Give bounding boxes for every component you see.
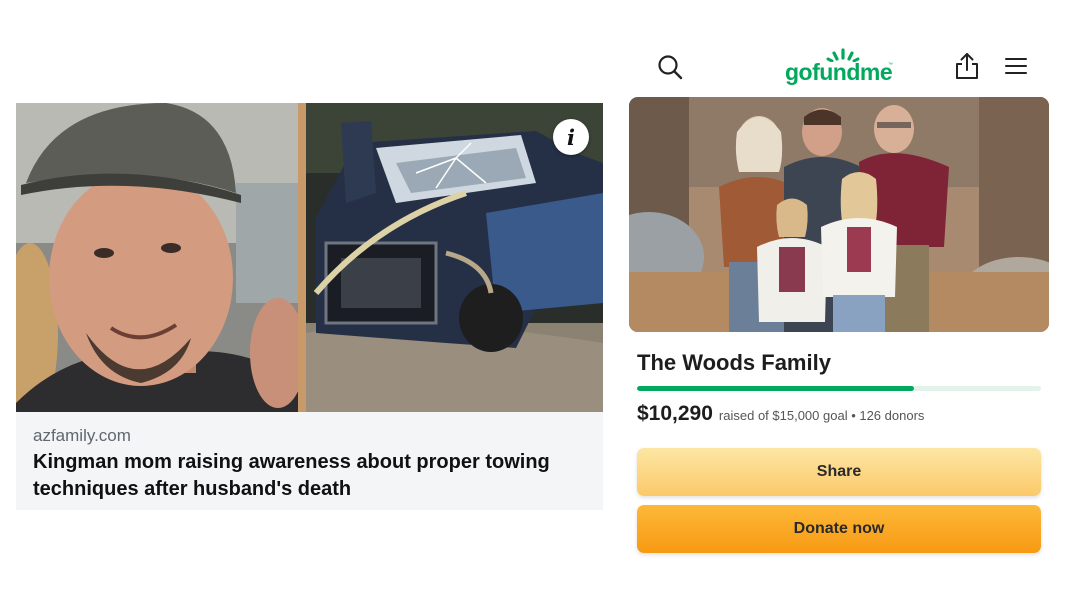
news-link-card[interactable]: i azfamily.com Kingman mom raising aware…: [16, 103, 603, 510]
news-source: azfamily.com: [33, 426, 131, 445]
logo-wordmark: gofundme: [785, 59, 893, 85]
raised-summary: $10,290 raised of $15,000 goal • 126 don…: [637, 402, 924, 426]
raised-amount: $10,290: [637, 402, 713, 425]
donate-now-button[interactable]: Donate now: [637, 505, 1041, 553]
raised-goal-donors: raised of $15,000 goal • 126 donors: [718, 408, 925, 423]
fundraising-progress-bar: [637, 386, 1041, 391]
share-upload-icon[interactable]: [954, 52, 980, 80]
logo-trademark: ™: [888, 62, 893, 68]
campaign-title: The Woods Family: [637, 350, 831, 375]
gofundme-header: gofundme ™: [628, 44, 1048, 90]
menu-icon[interactable]: [1004, 54, 1028, 78]
campaign-photo: [629, 97, 1049, 332]
search-icon[interactable]: [656, 53, 684, 81]
progress-bar-fill: [637, 386, 915, 391]
share-button[interactable]: Share: [637, 448, 1041, 496]
gofundme-logo[interactable]: gofundme ™: [780, 44, 900, 88]
news-headline[interactable]: Kingman mom raising awareness about prop…: [33, 449, 593, 503]
news-thumbnail-image: [16, 103, 603, 412]
info-icon[interactable]: i: [553, 119, 589, 155]
